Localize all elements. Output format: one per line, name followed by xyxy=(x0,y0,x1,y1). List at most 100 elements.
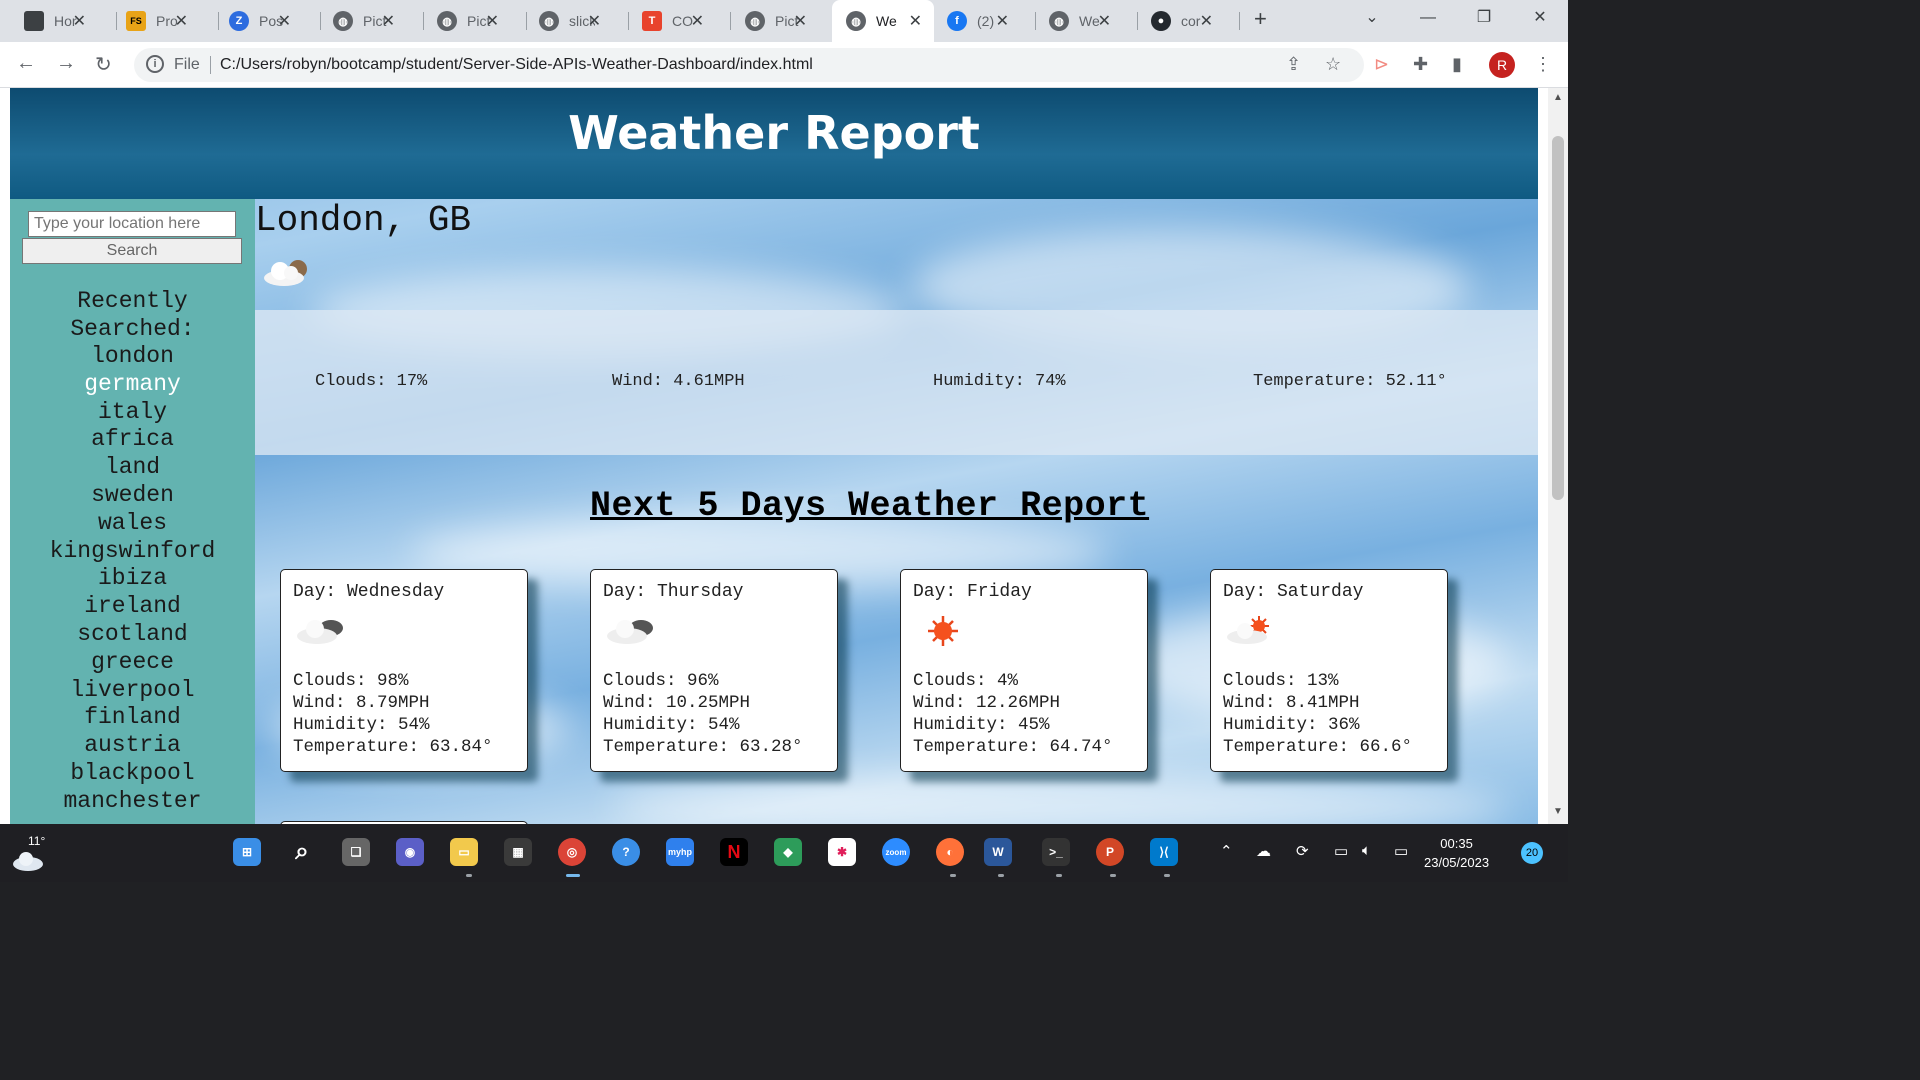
teams-chat-icon[interactable]: ◉ xyxy=(396,838,424,866)
myhp-icon[interactable]: myhp xyxy=(666,838,694,866)
page-scrollbar[interactable]: ▲ ▼ xyxy=(1548,88,1568,824)
forecast-wind: Wind: 10.25MPH xyxy=(603,693,751,713)
volume-icon[interactable]: 🔈︎ xyxy=(1362,842,1371,859)
clock-date: 23/05/2023 xyxy=(1424,855,1490,870)
close-tab-icon[interactable]: ✕ xyxy=(175,11,188,31)
browser-tab[interactable]: Z Pos ✕ xyxy=(229,6,291,36)
browser-tab[interactable]: ◍ Pict ✕ xyxy=(437,6,499,36)
recent-search-item[interactable]: london xyxy=(10,343,255,371)
search-icon[interactable]: ⌕ xyxy=(288,838,316,866)
network-icon[interactable]: ▭ xyxy=(1334,842,1348,860)
bookmark-star-icon[interactable]: ☆ xyxy=(1325,54,1341,75)
recent-search-item[interactable]: sweden xyxy=(10,482,255,510)
close-tab-icon[interactable]: ✕ xyxy=(794,11,807,31)
url-text[interactable]: C:/Users/robyn/bootcamp/student/Server-S… xyxy=(220,56,813,74)
close-tab-icon[interactable]: ✕ xyxy=(73,11,86,31)
scroll-up-icon[interactable]: ▲ xyxy=(1553,92,1563,103)
window-controls: ⌄ — ❐ ✕ xyxy=(1344,0,1568,36)
recent-search-item[interactable]: greece xyxy=(10,649,255,677)
recent-search-item[interactable]: wales xyxy=(10,510,255,538)
recent-search-item[interactable]: blackpool xyxy=(10,760,255,788)
task-view-icon[interactable]: ❏ xyxy=(342,838,370,866)
extension-icon[interactable]: ⊳ xyxy=(1374,54,1389,75)
notification-badge[interactable]: 20 xyxy=(1521,842,1543,864)
forecast-clouds: Clouds: 98% xyxy=(293,671,409,691)
sync-icon[interactable]: ⟳ xyxy=(1296,842,1309,860)
powerpoint-icon[interactable]: P xyxy=(1096,838,1124,866)
browser-tab[interactable]: ◍ Pict ✕ xyxy=(333,6,395,36)
vscode-icon[interactable]: ⟩⟨ xyxy=(1150,838,1178,866)
browser-tab-active[interactable]: ◍ We ✕ xyxy=(832,0,934,42)
recent-search-item[interactable]: scotland xyxy=(10,621,255,649)
word-icon[interactable]: W xyxy=(984,838,1012,866)
recent-search-item[interactable]: manchester xyxy=(10,788,255,816)
browser-tab[interactable]: f (2) ✕ xyxy=(947,6,1009,36)
location-search-input[interactable] xyxy=(28,211,236,237)
browser-tab[interactable]: ◍ slick ✕ xyxy=(539,6,601,36)
microsoft-store-icon[interactable]: ▦ xyxy=(504,838,532,866)
help-icon[interactable]: ? xyxy=(612,838,640,866)
new-tab-button[interactable]: + xyxy=(1254,6,1267,32)
netflix-icon[interactable]: N xyxy=(720,838,748,866)
close-window-icon[interactable]: ✕ xyxy=(1512,0,1568,36)
scroll-down-icon[interactable]: ▼ xyxy=(1553,806,1563,817)
current-city: London, GB xyxy=(255,200,472,241)
scrollbar-thumb[interactable] xyxy=(1552,136,1564,500)
recent-search-item[interactable]: kingswinford xyxy=(10,538,255,566)
recent-search-item[interactable]: italy xyxy=(10,399,255,427)
forecast-temperature: Temperature: 64.74° xyxy=(913,737,1113,757)
search-button[interactable]: Search xyxy=(22,238,242,264)
info-icon[interactable]: i xyxy=(146,55,164,73)
system-clock[interactable]: 00:35 23/05/2023 xyxy=(1424,834,1489,872)
browser-tab[interactable]: T CO ✕ xyxy=(642,6,704,36)
recent-search-item[interactable]: africa xyxy=(10,426,255,454)
profile-avatar[interactable]: R xyxy=(1489,52,1515,78)
share-icon[interactable]: ⇪ xyxy=(1286,54,1301,75)
terminal-icon[interactable]: >_ xyxy=(1042,838,1070,866)
minimize-icon[interactable]: — xyxy=(1400,0,1456,36)
battery-icon[interactable]: ▭ xyxy=(1394,842,1408,860)
side-panel-icon[interactable]: ▮ xyxy=(1452,54,1462,75)
onedrive-icon[interactable]: ☁ xyxy=(1256,842,1271,860)
recent-search-item[interactable]: finland xyxy=(10,704,255,732)
address-bar[interactable]: i File C:/Users/robyn/bootcamp/student/S… xyxy=(134,48,1364,82)
close-tab-icon[interactable]: ✕ xyxy=(1200,11,1213,31)
browser-tab[interactable]: ◍ Pict ✕ xyxy=(745,6,807,36)
file-explorer-icon[interactable]: ▭ xyxy=(450,838,478,866)
close-tab-icon[interactable]: ✕ xyxy=(691,11,704,31)
forecast-temperature: Temperature: 63.28° xyxy=(603,737,803,757)
recent-search-item[interactable]: germany xyxy=(10,371,255,399)
recent-search-item[interactable]: austria xyxy=(10,732,255,760)
firefox-icon[interactable]: ◐ xyxy=(936,838,964,866)
windows-start-icon[interactable]: ⊞ xyxy=(233,838,261,866)
tab-search-icon[interactable]: ⌄ xyxy=(1344,0,1400,36)
chrome-icon[interactable]: ◎ xyxy=(558,838,586,866)
close-tab-icon[interactable]: ✕ xyxy=(1098,11,1111,31)
scheme-label: File xyxy=(174,56,200,73)
browser-tab[interactable]: FS Pro ✕ xyxy=(126,6,188,36)
close-tab-icon[interactable]: ✕ xyxy=(909,11,922,31)
browser-toolbar: ← → ↻ i File C:/Users/robyn/bootcamp/stu… xyxy=(0,42,1568,88)
close-tab-icon[interactable]: ✕ xyxy=(486,11,499,31)
browser-tab[interactable]: Hor ✕ xyxy=(24,6,86,36)
restore-icon[interactable]: ❐ xyxy=(1456,0,1512,36)
menu-icon[interactable]: ⋮ xyxy=(1534,54,1552,75)
close-tab-icon[interactable]: ✕ xyxy=(588,11,601,31)
forward-icon[interactable]: → xyxy=(56,52,76,75)
slack-icon[interactable]: ✱ xyxy=(828,838,856,866)
close-tab-icon[interactable]: ✕ xyxy=(278,11,291,31)
gitkraken-icon[interactable]: ◆ xyxy=(774,838,802,866)
reload-icon[interactable]: ↻ xyxy=(95,52,112,77)
close-tab-icon[interactable]: ✕ xyxy=(996,11,1009,31)
close-tab-icon[interactable]: ✕ xyxy=(382,11,395,31)
puzzle-icon[interactable]: ✚ xyxy=(1413,54,1428,75)
browser-tab[interactable]: ● cor ✕ xyxy=(1151,6,1213,36)
recent-search-item[interactable]: liverpool xyxy=(10,677,255,705)
recent-search-item[interactable]: ireland xyxy=(10,593,255,621)
browser-tab[interactable]: ◍ We ✕ xyxy=(1049,6,1111,36)
tray-overflow-icon[interactable]: ⌃ xyxy=(1220,842,1233,860)
back-icon[interactable]: ← xyxy=(16,52,36,75)
zoom-icon[interactable]: zoom xyxy=(882,838,910,866)
recent-search-item[interactable]: ibiza xyxy=(10,565,255,593)
recent-search-item[interactable]: land xyxy=(10,454,255,482)
